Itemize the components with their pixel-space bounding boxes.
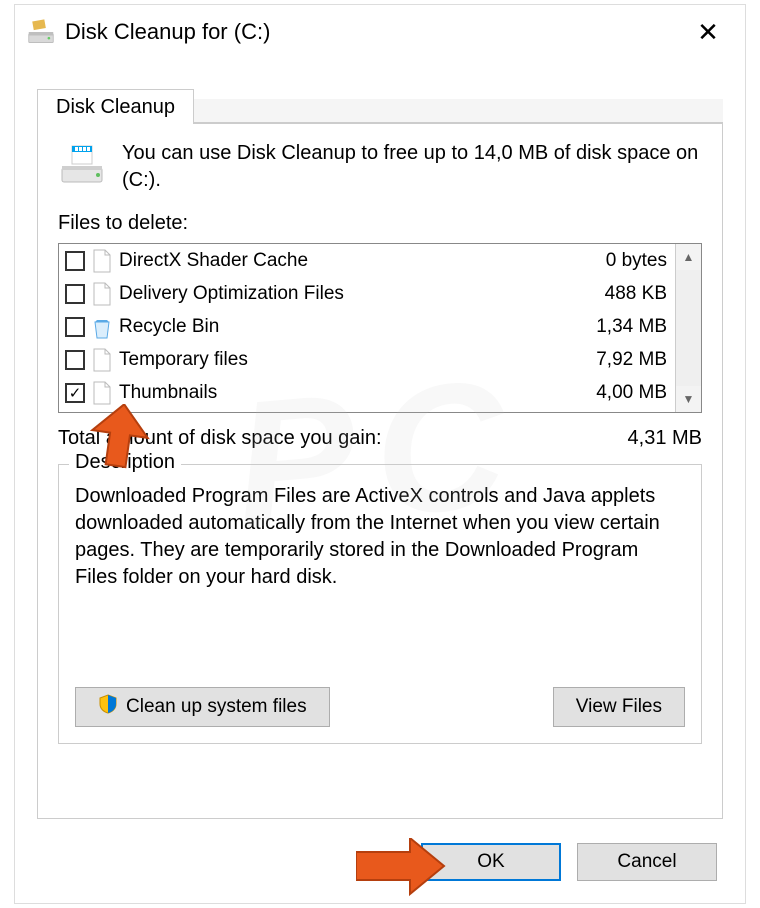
tab-area: Disk Cleanup You can use Disk Cleanup to… — [37, 89, 723, 819]
file-icon — [91, 347, 113, 373]
list-item[interactable]: DirectX Shader Cache 0 bytes — [59, 244, 675, 277]
file-icon — [91, 380, 113, 406]
scrollbar[interactable]: ▲ ▼ — [675, 244, 701, 412]
titlebar: Disk Cleanup for (C:) ✕ — [15, 5, 745, 59]
file-size: 488 KB — [605, 283, 669, 305]
checkbox[interactable] — [65, 284, 85, 304]
intro-text: You can use Disk Cleanup to free up to 1… — [122, 140, 702, 194]
checkbox[interactable] — [65, 350, 85, 370]
checkbox[interactable] — [65, 317, 85, 337]
file-size: 4,00 MB — [596, 382, 669, 404]
file-name: DirectX Shader Cache — [119, 250, 600, 272]
ok-button[interactable]: OK — [421, 843, 561, 881]
files-listbox[interactable]: DirectX Shader Cache 0 bytes Delivery Opti… — [58, 243, 702, 413]
description-legend: Description — [69, 451, 181, 474]
checkbox[interactable] — [65, 251, 85, 271]
shield-icon — [98, 694, 118, 720]
file-name: Thumbnails — [119, 382, 590, 404]
cleanup-system-files-label: Clean up system files — [126, 696, 307, 718]
cancel-button[interactable]: Cancel — [577, 843, 717, 881]
checkbox[interactable]: ✓ — [65, 383, 85, 403]
scroll-up-button[interactable]: ▲ — [676, 244, 701, 270]
dialog-buttons: OK Cancel — [421, 843, 717, 881]
file-name: Recycle Bin — [119, 316, 590, 338]
view-files-button[interactable]: View Files — [553, 687, 685, 727]
drive-icon — [58, 140, 106, 188]
file-icon — [91, 248, 113, 274]
close-button[interactable]: ✕ — [683, 17, 733, 48]
description-text: Downloaded Program Files are ActiveX con… — [75, 483, 685, 591]
window-title: Disk Cleanup for (C:) — [65, 19, 683, 45]
description-group: Description Downloaded Program Files are… — [58, 464, 702, 744]
total-row: Total amount of disk space you gain: 4,3… — [58, 427, 702, 450]
disk-cleanup-app-icon — [27, 18, 55, 46]
cancel-label: Cancel — [617, 851, 676, 873]
list-item[interactable]: Temporary files 7,92 MB — [59, 343, 675, 376]
file-icon — [91, 281, 113, 307]
file-name: Delivery Optimization Files — [119, 283, 599, 305]
tab-disk-cleanup[interactable]: Disk Cleanup — [37, 89, 194, 124]
cleanup-system-files-button[interactable]: Clean up system files — [75, 687, 330, 727]
disk-cleanup-window: Disk Cleanup for (C:) ✕ Disk Cleanup — [14, 4, 746, 904]
total-label: Total amount of disk space you gain: — [58, 427, 382, 450]
list-item[interactable]: ✓ Thumbnails 4,00 MB — [59, 376, 675, 409]
tab-panel: You can use Disk Cleanup to free up to 1… — [37, 123, 723, 819]
file-size: 0 bytes — [606, 250, 669, 272]
recycle-bin-icon — [91, 314, 113, 340]
list-item[interactable]: Recycle Bin 1,34 MB — [59, 310, 675, 343]
ok-label: OK — [477, 851, 504, 873]
view-files-label: View Files — [576, 696, 662, 718]
list-item[interactable]: Delivery Optimization Files 488 KB — [59, 277, 675, 310]
scroll-down-button[interactable]: ▼ — [676, 386, 701, 412]
file-size: 1,34 MB — [596, 316, 669, 338]
total-value: 4,31 MB — [628, 427, 702, 450]
files-to-delete-label: Files to delete: — [58, 212, 702, 235]
file-name: Temporary files — [119, 349, 590, 371]
file-size: 7,92 MB — [596, 349, 669, 371]
